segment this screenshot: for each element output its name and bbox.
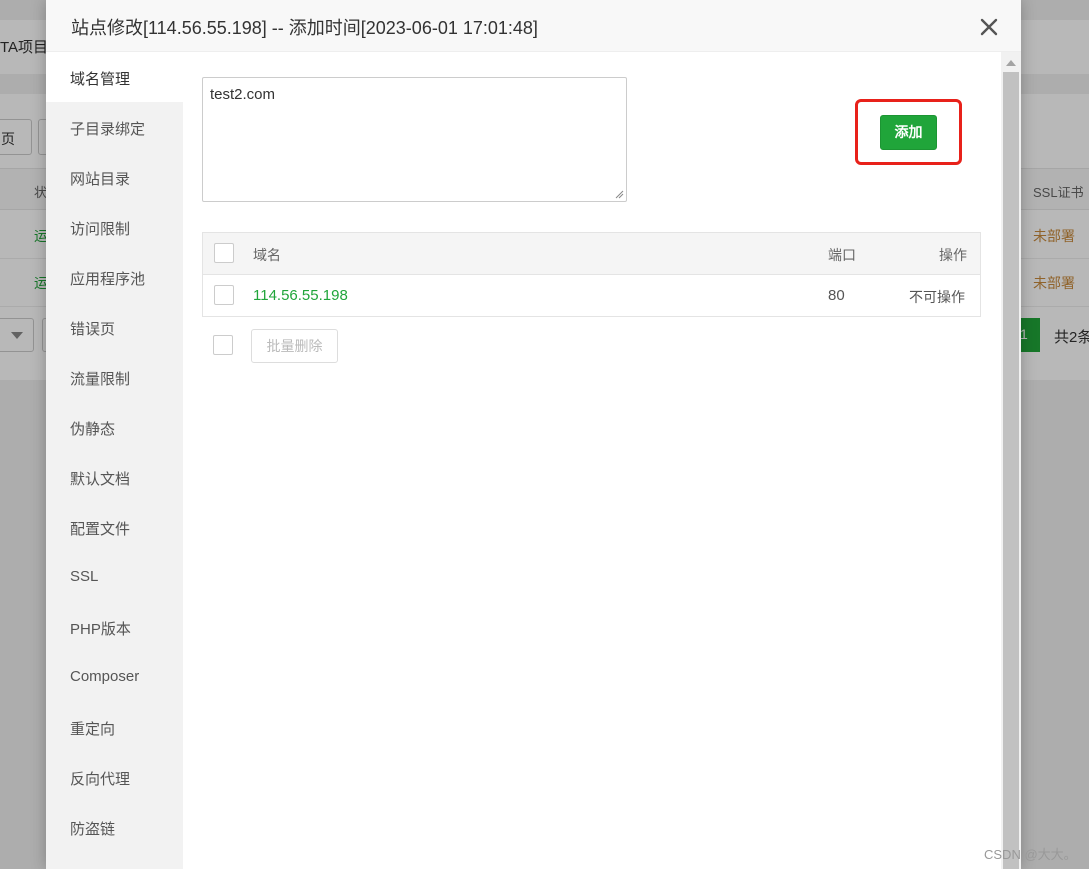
site-edit-dialog: 站点修改[114.56.55.198] -- 添加时间[2023-06-01 1… xyxy=(46,0,1021,869)
column-header-port: 端口 xyxy=(828,247,856,263)
sidebar-item-domain-management[interactable]: 域名管理 xyxy=(46,52,183,102)
sidebar-item-composer[interactable]: Composer xyxy=(46,652,183,702)
table-header: 域名 端口 操作 xyxy=(203,233,980,275)
batch-select-checkbox[interactable] xyxy=(213,335,233,355)
resize-grip-icon[interactable] xyxy=(614,189,624,199)
sidebar-item-traffic-limit[interactable]: 流量限制 xyxy=(46,352,183,402)
port-value: 80 xyxy=(828,287,845,304)
domain-management-panel: test2.com 添加 域名 端口 操作 114.56.55.198 80 不… xyxy=(183,52,1001,869)
close-button[interactable] xyxy=(976,14,1002,40)
sidebar-item-error-page[interactable]: 错误页 xyxy=(46,302,183,352)
sidebar-item-redirect[interactable]: 重定向 xyxy=(46,702,183,752)
dialog-title: 站点修改[114.56.55.198] -- 添加时间[2023-06-01 1… xyxy=(71,18,538,38)
sidebar-item-hotlink-protection[interactable]: 防盗链 xyxy=(46,802,183,852)
column-header-action: 操作 xyxy=(939,247,967,263)
domain-link[interactable]: 114.56.55.198 xyxy=(253,287,348,304)
action-status: 不可操作 xyxy=(909,289,965,305)
sidebar-item-default-document[interactable]: 默认文档 xyxy=(46,452,183,502)
add-domain-button[interactable]: 添加 xyxy=(880,115,937,150)
sidebar-item-rewrite[interactable]: 伪静态 xyxy=(46,402,183,452)
sidebar-item-subdirectory-binding[interactable]: 子目录绑定 xyxy=(46,102,183,152)
dialog-header: 站点修改[114.56.55.198] -- 添加时间[2023-06-01 1… xyxy=(46,0,1021,52)
domain-input-textarea[interactable]: test2.com xyxy=(202,77,627,202)
vertical-scrollbar[interactable] xyxy=(1001,52,1021,869)
scroll-up-arrow-icon[interactable] xyxy=(1006,60,1016,66)
table-row: 114.56.55.198 80 不可操作 xyxy=(203,275,980,316)
scrollbar-thumb[interactable] xyxy=(1003,72,1019,869)
select-all-checkbox[interactable] xyxy=(214,243,234,263)
close-x-icon xyxy=(980,18,998,36)
sidebar-item-config-file[interactable]: 配置文件 xyxy=(46,502,183,552)
sidebar-item-ssl[interactable]: SSL xyxy=(46,552,183,602)
sidebar-item-site-directory[interactable]: 网站目录 xyxy=(46,152,183,202)
sidebar-item-php-version[interactable]: PHP版本 xyxy=(46,602,183,652)
sidebar-item-reverse-proxy[interactable]: 反向代理 xyxy=(46,752,183,802)
settings-sidebar: 域名管理 子目录绑定 网站目录 访问限制 应用程序池 错误页 流量限制 伪静态 … xyxy=(46,52,183,869)
sidebar-item-access-restriction[interactable]: 访问限制 xyxy=(46,202,183,252)
sidebar-item-app-pool[interactable]: 应用程序池 xyxy=(46,252,183,302)
column-header-domain: 域名 xyxy=(253,247,281,263)
domain-table: 域名 端口 操作 114.56.55.198 80 不可操作 xyxy=(202,232,981,317)
watermark-text: CSDN @大大。 xyxy=(984,847,1077,862)
row-checkbox[interactable] xyxy=(214,285,234,305)
batch-delete-button[interactable]: 批量删除 xyxy=(251,329,338,363)
